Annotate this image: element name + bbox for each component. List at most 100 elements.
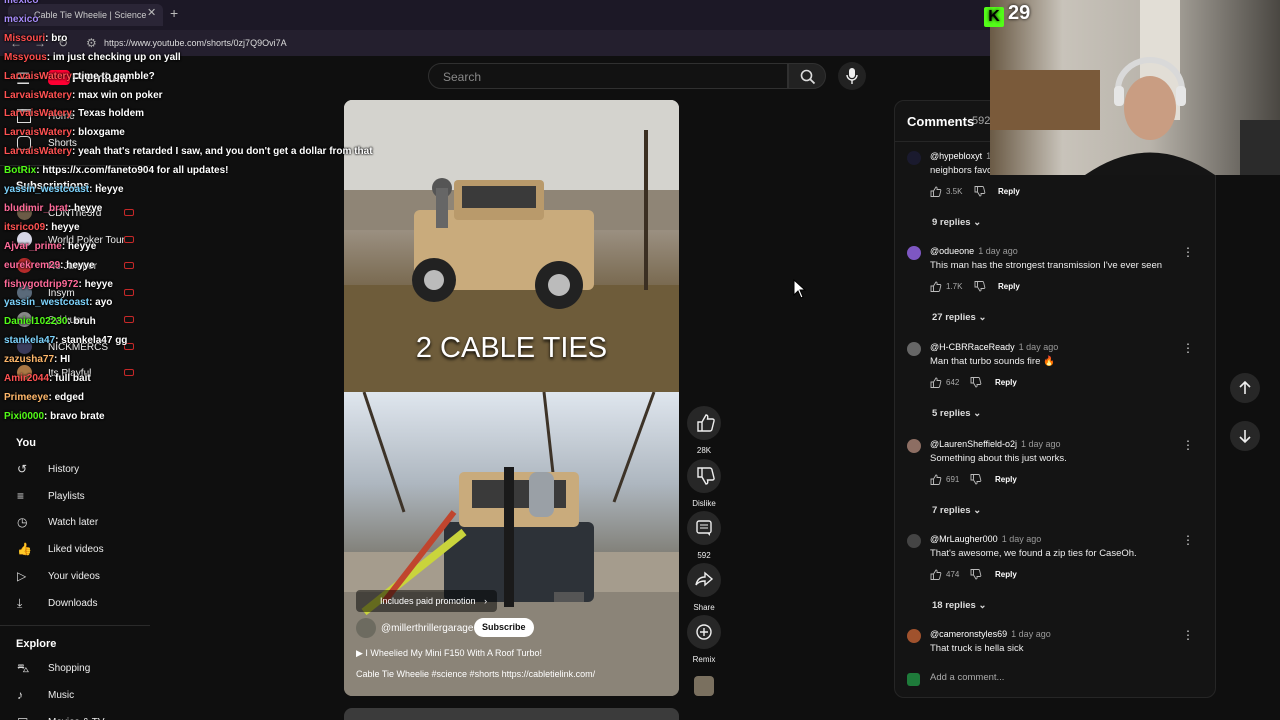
chat-message: zazusha77: HI bbox=[4, 354, 70, 365]
remix-button[interactable]: Remix bbox=[686, 615, 722, 664]
more-options-icon[interactable]: ⋮ bbox=[1182, 533, 1194, 547]
subscribe-button[interactable]: Subscribe bbox=[474, 618, 534, 637]
commenter-avatar[interactable] bbox=[907, 342, 921, 356]
comment-text: That truck is hella sick bbox=[930, 643, 1024, 654]
chat-text: stankela47 gg bbox=[61, 335, 128, 347]
sidebar-item-your-videos[interactable]: ▷ Your videos bbox=[0, 569, 150, 589]
chevron-down-icon: ⌄ bbox=[973, 408, 982, 419]
sidebar-item-music[interactable]: ♪ Music bbox=[0, 688, 150, 708]
viewer-count: K 29 bbox=[984, 2, 1046, 28]
sidebar-item-liked-videos[interactable]: 👍 Liked videos bbox=[0, 542, 150, 562]
sidebar-item-shopping[interactable]: ⛍ Shopping bbox=[0, 661, 150, 681]
sidebar-item-playlists[interactable]: ≡ Playlists bbox=[0, 489, 150, 509]
view-replies-button[interactable]: 7 replies ⌄ bbox=[932, 505, 981, 516]
more-options-icon[interactable]: ⋮ bbox=[1182, 628, 1194, 642]
commenter-avatar[interactable] bbox=[907, 439, 921, 453]
sidebar-item-history[interactable]: ↺ History bbox=[0, 462, 150, 482]
sidebar-item-watch-later[interactable]: ◷ Watch later bbox=[0, 515, 150, 535]
chat-message: Mssyous: im just checking up on yall bbox=[4, 52, 181, 63]
like-button[interactable]: 28K bbox=[686, 406, 722, 455]
thumbs-up-icon[interactable] bbox=[930, 569, 942, 580]
more-options-icon[interactable]: ⋮ bbox=[1182, 341, 1194, 355]
chat-username: LarvaisWatery bbox=[4, 108, 72, 120]
music-note-icon: ♪ bbox=[17, 688, 23, 702]
commenter-avatar[interactable] bbox=[907, 246, 921, 260]
chat-message: LarvaisWatery: Texas holdem bbox=[4, 108, 144, 119]
video-title[interactable]: ▶ I Wheelied My Mini F150 With A Roof Tu… bbox=[356, 648, 542, 659]
comment-icon bbox=[687, 511, 721, 545]
like-count: 691 bbox=[946, 475, 960, 484]
thumbs-down-icon[interactable] bbox=[970, 569, 982, 580]
next-short-button[interactable] bbox=[1230, 421, 1260, 451]
view-replies-button[interactable]: 9 replies ⌄ bbox=[932, 217, 981, 228]
more-options-icon[interactable]: ⋮ bbox=[1182, 438, 1194, 452]
movies-icon: ▤ bbox=[17, 715, 31, 720]
view-replies-button[interactable]: 18 replies ⌄ bbox=[932, 600, 986, 611]
like-count: 28K bbox=[696, 446, 712, 455]
commenter-avatar[interactable] bbox=[907, 534, 921, 548]
thumbs-down-icon[interactable] bbox=[974, 281, 986, 292]
chat-username: zazusha77 bbox=[4, 354, 55, 366]
share-button[interactable]: Share bbox=[686, 563, 722, 612]
paid-promotion-badge[interactable]: Includes paid promotion › bbox=[356, 590, 498, 612]
search-button[interactable] bbox=[788, 63, 826, 89]
chat-text: https://x.com/faneto904 for all updates! bbox=[42, 165, 229, 177]
browser-tabbar: Cable Tie Wheelie | Science ✕ + bbox=[0, 0, 1000, 30]
comment-author[interactable]: @cameronstyles69 1 day ago bbox=[930, 629, 1051, 639]
audio-source-thumbnail[interactable] bbox=[694, 676, 714, 696]
like-count: 1.7K bbox=[946, 282, 963, 291]
new-tab-icon[interactable]: + bbox=[170, 5, 178, 21]
chat-username: mexico bbox=[4, 0, 39, 6]
reply-button[interactable]: Reply bbox=[995, 570, 1017, 579]
sidebar-item-downloads[interactable]: ⤓ Downloads bbox=[0, 596, 150, 616]
view-replies-button[interactable]: 5 replies ⌄ bbox=[932, 408, 981, 419]
video-description[interactable]: Cable Tie Wheelie #science #shorts https… bbox=[356, 669, 595, 679]
comment-author[interactable]: @odueone 1 day ago bbox=[930, 246, 1018, 256]
reply-button[interactable]: Reply bbox=[995, 475, 1017, 484]
comments-button[interactable]: 592 bbox=[686, 511, 722, 560]
sidebar-item-movies-tv[interactable]: ▤Movies & TV bbox=[0, 715, 150, 720]
thumbs-up-icon[interactable] bbox=[930, 474, 942, 485]
short-video-player[interactable]: 2 CABLE TIES Includes paid promotion › @… bbox=[344, 100, 679, 696]
commenter-avatar[interactable] bbox=[907, 151, 921, 165]
comment-author[interactable]: @H-CBRRaceReady 1 day ago bbox=[930, 342, 1058, 352]
channel-name[interactable]: @millerthrillergarage bbox=[381, 623, 473, 634]
dislike-button[interactable]: Dislike bbox=[686, 459, 722, 508]
thumbs-up-icon[interactable] bbox=[930, 281, 942, 292]
chat-username: Missouri bbox=[4, 32, 46, 44]
comment-author[interactable]: @MrLaugher000 1 day ago bbox=[930, 534, 1041, 544]
reply-button[interactable]: Reply bbox=[995, 378, 1017, 387]
close-tab-icon[interactable]: ✕ bbox=[147, 6, 156, 19]
next-short-preview[interactable] bbox=[344, 708, 679, 720]
search-icon bbox=[800, 69, 816, 85]
voice-search-button[interactable] bbox=[838, 62, 866, 90]
thumbs-down-icon[interactable] bbox=[970, 377, 982, 388]
url-field[interactable]: https://www.youtube.com/shorts/0zj7Q9Ovi… bbox=[104, 38, 287, 48]
thumbs-up-icon[interactable] bbox=[930, 377, 942, 388]
comment-author[interactable]: @LaurenSheffield-o2j 1 day ago bbox=[930, 439, 1061, 449]
chat-message: yassin_westcoast: ayo bbox=[4, 297, 112, 308]
thumbs-up-icon[interactable] bbox=[930, 186, 942, 197]
previous-short-button[interactable] bbox=[1230, 373, 1260, 403]
thumbs-down-icon[interactable] bbox=[970, 474, 982, 485]
thumbs-down-icon[interactable] bbox=[974, 186, 986, 197]
reply-button[interactable]: Reply bbox=[998, 282, 1020, 291]
add-comment-input[interactable]: Add a comment... bbox=[930, 672, 1004, 683]
chat-message: LarvaisWatery: bloxgame bbox=[4, 127, 125, 138]
reply-button[interactable]: Reply bbox=[998, 187, 1020, 196]
site-settings-icon[interactable]: ⚙ bbox=[86, 36, 97, 50]
like-count: 474 bbox=[946, 570, 960, 579]
remix-label: Remix bbox=[692, 655, 716, 664]
search-input[interactable]: Search bbox=[428, 63, 788, 89]
channel-avatar[interactable] bbox=[356, 618, 376, 638]
live-icon bbox=[124, 209, 134, 216]
download-icon: ⤓ bbox=[17, 595, 23, 610]
commenter-avatar[interactable] bbox=[907, 629, 921, 643]
chat-text: heyye bbox=[67, 240, 97, 252]
chat-message: fishygotdrip972: heyye bbox=[4, 279, 113, 290]
more-options-icon[interactable]: ⋮ bbox=[1182, 245, 1194, 259]
video-frame-top: 2 CABLE TIES bbox=[344, 100, 679, 392]
you-heading[interactable]: You bbox=[16, 437, 36, 449]
view-replies-button[interactable]: 27 replies ⌄ bbox=[932, 312, 986, 323]
chat-username: fishygotdrip972 bbox=[4, 278, 79, 290]
